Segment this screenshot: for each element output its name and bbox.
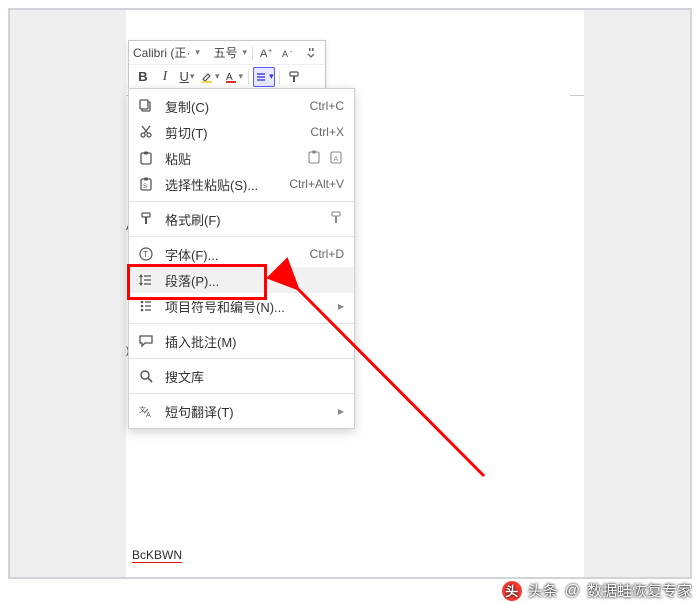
chevron-right-icon: ▸ — [338, 299, 344, 313]
menu-item-label: 粘贴 — [165, 149, 296, 168]
watermark-source: 头条 — [528, 580, 558, 601]
bold-button[interactable]: B — [133, 67, 153, 87]
comment-icon — [137, 333, 155, 349]
para-icon — [137, 272, 155, 288]
brush-icon — [137, 211, 155, 227]
format-painter-button[interactable] — [284, 67, 304, 87]
svg-text:A: A — [146, 412, 151, 419]
more-options-button[interactable] — [301, 43, 321, 63]
brush2-icon[interactable] — [328, 210, 344, 229]
svg-text:T: T — [143, 250, 148, 259]
italic-button[interactable]: I — [155, 67, 175, 87]
menu-item-translate[interactable]: 文A 短句翻译(T) ▸ — [129, 398, 354, 424]
menu-item-label: 搜文库 — [165, 367, 344, 386]
svg-text:-: - — [290, 49, 293, 56]
document-body-text[interactable]: BcKBWN — [132, 548, 182, 563]
increase-font-button[interactable]: A+ — [257, 43, 277, 63]
chevron-down-icon: ▾ — [195, 47, 200, 58]
mini-format-toolbar: Calibri (正· ▾ 五号 ▾ A+ A- B I U▾ ▾ — [128, 40, 326, 89]
font-color-button[interactable]: A▾ — [223, 67, 245, 87]
menu-item-search[interactable]: 搜文库 — [129, 363, 354, 389]
chevron-down-icon: ▾ — [269, 71, 274, 82]
menu-separator — [129, 236, 354, 237]
translate-icon: 文A — [137, 403, 155, 419]
menu-item-paste-sp[interactable]: S 选择性粘贴(S)... Ctrl+Alt+V — [129, 171, 354, 197]
menu-item-comment[interactable]: 插入批注(M) — [129, 328, 354, 354]
svg-text:A: A — [334, 156, 339, 163]
chevron-down-icon: ▾ — [215, 71, 220, 82]
separator — [252, 46, 253, 60]
paste-icon — [137, 150, 155, 166]
menu-item-shortcut: Ctrl+C — [310, 99, 344, 113]
menu-item-trail — [328, 210, 344, 229]
menu-item-paste[interactable]: 粘贴 A — [129, 145, 354, 171]
decrease-font-button[interactable]: A- — [279, 43, 299, 63]
font-icon: T — [137, 246, 155, 262]
svg-text:+: + — [268, 48, 272, 55]
svg-text:S: S — [143, 184, 147, 190]
menu-item-label: 复制(C) — [165, 97, 300, 116]
chevron-down-icon: ▾ — [242, 47, 247, 58]
highlight-color-button[interactable]: ▾ — [199, 67, 221, 87]
menu-item-shortcut: Ctrl+Alt+V — [289, 177, 344, 191]
at-symbol: @ — [565, 582, 580, 599]
menu-item-cut[interactable]: 剪切(T) Ctrl+X — [129, 119, 354, 145]
search-icon — [137, 368, 155, 384]
menu-item-label: 剪切(T) — [165, 123, 300, 142]
svg-text:A: A — [282, 49, 288, 59]
font-name-label: Calibri (正· — [133, 44, 190, 61]
menu-item-label: 段落(P)... — [165, 271, 344, 290]
menu-separator — [129, 323, 354, 324]
menu-item-brush[interactable]: 格式刷(F) — [129, 206, 354, 232]
menu-item-para[interactable]: 段落(P)... — [129, 267, 354, 293]
separator — [279, 70, 280, 84]
underline-button[interactable]: U▾ — [177, 67, 197, 87]
svg-text:A: A — [260, 48, 268, 60]
chevron-right-icon: ▸ — [338, 404, 344, 418]
menu-item-label: 格式刷(F) — [165, 210, 318, 229]
menu-item-bullets[interactable]: 项目符号和编号(N)... ▸ — [129, 293, 354, 319]
font-size-selector[interactable]: 五号 ▾ — [213, 44, 248, 61]
watermark-badge-icon: 头 — [502, 581, 522, 601]
menu-separator — [129, 358, 354, 359]
pasteA-icon[interactable] — [306, 149, 322, 168]
cut-icon — [137, 124, 155, 140]
menu-item-label: 项目符号和编号(N)... — [165, 297, 328, 316]
menu-item-shortcut: Ctrl+D — [310, 247, 344, 261]
menu-item-copy[interactable]: 复制(C) Ctrl+C — [129, 93, 354, 119]
font-name-selector[interactable]: Calibri (正· ▾ — [133, 44, 211, 61]
menu-separator — [129, 393, 354, 394]
menu-item-label: 选择性粘贴(S)... — [165, 175, 279, 194]
menu-separator — [129, 201, 354, 202]
context-menu: 复制(C) Ctrl+C 剪切(T) Ctrl+X 粘贴 A S 选择性粘贴(S)... Ctr… — [128, 88, 355, 429]
menu-item-label: 字体(F)... — [165, 245, 300, 264]
copy-icon — [137, 98, 155, 114]
chevron-down-icon: ▾ — [190, 71, 195, 82]
menu-item-label: 插入批注(M) — [165, 332, 344, 351]
menu-item-font[interactable]: T 字体(F)... Ctrl+D — [129, 241, 354, 267]
pasteB-icon[interactable]: A — [328, 149, 344, 168]
menu-item-label: 短句翻译(T) — [165, 402, 328, 421]
chevron-down-icon: ▾ — [239, 71, 244, 82]
menu-item-trail: A — [306, 149, 344, 168]
line-spacing-button[interactable]: ▾ — [253, 67, 275, 87]
font-size-label: 五号 — [213, 44, 237, 61]
bullets-icon — [137, 298, 155, 314]
paste-sp-icon: S — [137, 176, 155, 192]
margin-guide-right — [570, 95, 584, 96]
separator — [248, 70, 249, 84]
watermark-author: 数据蛙恢复专家 — [587, 580, 692, 601]
menu-item-shortcut: Ctrl+X — [310, 125, 344, 139]
watermark: 头 头条 @ 数据蛙恢复专家 — [502, 580, 692, 601]
